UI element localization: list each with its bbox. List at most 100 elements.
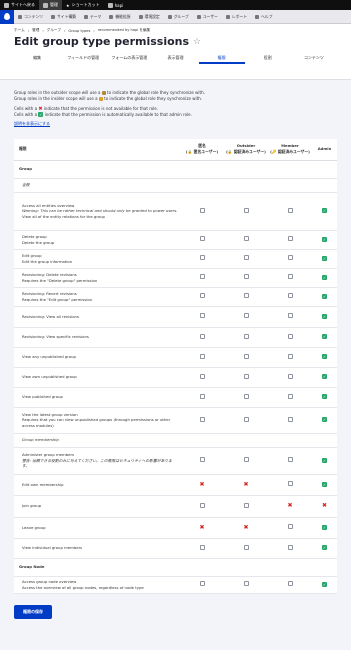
permission-checkbox[interactable] — [287, 333, 293, 339]
save-permissions-button[interactable]: 権限の保存 — [14, 604, 52, 619]
permission-checkbox[interactable] — [243, 333, 249, 339]
member-cell — [268, 474, 312, 496]
admin-check-icon: ✓ — [322, 545, 327, 550]
permission-checkbox[interactable] — [287, 255, 293, 260]
permission-checkbox[interactable] — [287, 524, 293, 529]
breadcrumb-link[interactable]: グループ — [47, 28, 61, 33]
user-tab[interactable]: hapi — [104, 0, 128, 10]
admin-menu-item[interactable]: レポート — [222, 14, 251, 20]
permission-checkbox[interactable] — [287, 274, 293, 279]
permission-checkbox[interactable] — [243, 353, 249, 359]
tab-3[interactable]: 表示管理 — [152, 54, 198, 64]
admin-menu-item[interactable]: テーマ — [80, 14, 105, 20]
permission-checkbox[interactable] — [243, 373, 249, 379]
breadcrumb-link[interactable]: ホーム — [14, 28, 25, 33]
breadcrumb-link[interactable]: recommended by hapi を編集 — [98, 28, 150, 33]
permission-checkbox[interactable] — [243, 255, 249, 260]
drupal-logo[interactable] — [0, 9, 14, 24]
permission-cell: Delete group Delete the group — [14, 230, 180, 250]
permission-checkbox[interactable] — [199, 207, 205, 213]
permission-checkbox[interactable] — [199, 293, 205, 298]
permission-checkbox[interactable] — [199, 457, 205, 462]
shortcuts-tab[interactable]: ★ ショートカット — [62, 0, 104, 10]
section-row: Group Node — [14, 558, 337, 577]
permission-row: Access group node overview Access the ove… — [14, 576, 337, 594]
admin-cell: ✓ — [312, 517, 337, 539]
permission-checkbox[interactable] — [287, 293, 293, 298]
permission-cell: Edit own membership — [14, 474, 180, 496]
manage-tab[interactable]: 管理 — [39, 0, 62, 10]
permission-checkbox[interactable] — [243, 313, 249, 318]
tab-2[interactable]: フォームの表示管理 — [106, 54, 152, 64]
permission-row: Delete group Delete the group ✓ — [14, 230, 337, 250]
page-header: ホーム › 管理 › グループ › Group types › recommended by h… — [0, 24, 351, 80]
permission-checkbox[interactable] — [199, 581, 205, 586]
tab-5[interactable]: 役割 — [245, 54, 291, 64]
permission-checkbox[interactable] — [243, 293, 249, 298]
admin-menu-item[interactable]: グループ — [164, 14, 193, 20]
permission-checkbox[interactable] — [199, 502, 205, 508]
permission-checkbox[interactable] — [287, 393, 293, 399]
permission-checkbox[interactable] — [287, 313, 293, 318]
permission-checkbox[interactable] — [199, 255, 205, 260]
permission-checkbox[interactable] — [287, 481, 293, 486]
permission-checkbox[interactable] — [199, 333, 205, 339]
column-member: Member (🔑 認証済みユーザー) — [268, 139, 312, 161]
admin-check-icon: ✓ — [322, 457, 327, 463]
permission-checkbox[interactable] — [287, 457, 293, 462]
back-to-site-link[interactable]: サイトへ戻る — [0, 0, 39, 10]
extend-icon — [109, 14, 114, 19]
permission-checkbox[interactable] — [199, 373, 205, 379]
admin-menu-item[interactable]: サイト構築 — [47, 14, 80, 20]
permission-checkbox[interactable] — [199, 313, 205, 318]
tab-6[interactable]: コンテンツ — [291, 54, 337, 64]
permission-checkbox[interactable] — [243, 207, 249, 213]
admin-menu-item[interactable]: 環境設定 — [135, 14, 164, 20]
admin-menu-item[interactable]: ヘルプ — [251, 14, 276, 20]
breadcrumb-link[interactable]: 管理 — [32, 28, 39, 33]
shortcut-star-icon[interactable]: ☆ — [193, 37, 201, 47]
permission-row: Revisioning: View all revisions ✓ — [14, 306, 337, 328]
subsection-row: 全般 — [14, 178, 337, 193]
permission-checkbox[interactable] — [243, 416, 249, 422]
permission-checkbox[interactable] — [287, 353, 293, 359]
admin-menu-item[interactable]: ユーザー — [193, 14, 222, 20]
admin-check-icon: ✓ — [322, 208, 327, 213]
permission-checkbox[interactable] — [199, 544, 205, 550]
permission-checkbox[interactable] — [243, 393, 249, 399]
permission-checkbox[interactable] — [287, 581, 293, 586]
permission-checkbox[interactable] — [199, 393, 205, 399]
permission-description: Requires the "Edit group" permission — [22, 296, 93, 302]
permission-checkbox[interactable] — [243, 502, 249, 508]
anonymous-cell — [180, 249, 224, 269]
permission-checkbox[interactable] — [199, 416, 205, 422]
permission-title: Revisioning: View all revisions — [22, 313, 79, 319]
permission-checkbox[interactable] — [243, 274, 249, 279]
permission-checkbox[interactable] — [199, 236, 205, 241]
hide-descriptions-link[interactable]: 説明を非表示にする — [14, 121, 50, 127]
permission-checkbox[interactable] — [243, 544, 249, 550]
outsider-cell — [224, 249, 268, 269]
admin-menu-item[interactable]: 機能拡張 — [105, 14, 134, 20]
permission-row: Join group ✖ ✖ — [14, 495, 337, 518]
permission-checkbox[interactable] — [243, 457, 249, 462]
permission-description: Requires that you can view unpublished g… — [22, 417, 171, 428]
reports-icon — [225, 14, 230, 19]
tab-4[interactable]: 権限 — [198, 54, 245, 64]
permission-checkbox[interactable] — [287, 236, 293, 241]
permission-checkbox[interactable] — [287, 207, 293, 213]
tab-0[interactable]: 編集 — [14, 54, 60, 64]
tab-1[interactable]: フィールドの管理 — [60, 54, 106, 64]
member-cell: ✖ — [268, 495, 312, 518]
permission-checkbox[interactable] — [287, 416, 293, 422]
permission-checkbox[interactable] — [243, 581, 249, 586]
permission-checkbox[interactable] — [287, 373, 293, 379]
config-icon — [138, 14, 143, 19]
permission-checkbox[interactable] — [287, 544, 293, 550]
admin-menu-item[interactable]: コンテンツ — [14, 14, 47, 20]
permission-checkbox[interactable] — [199, 274, 205, 279]
breadcrumb-link[interactable]: Group types — [68, 29, 90, 33]
help-line-3b: indicate that the permission is not avai… — [43, 106, 159, 111]
permission-checkbox[interactable] — [243, 236, 249, 241]
permission-checkbox[interactable] — [199, 353, 205, 359]
